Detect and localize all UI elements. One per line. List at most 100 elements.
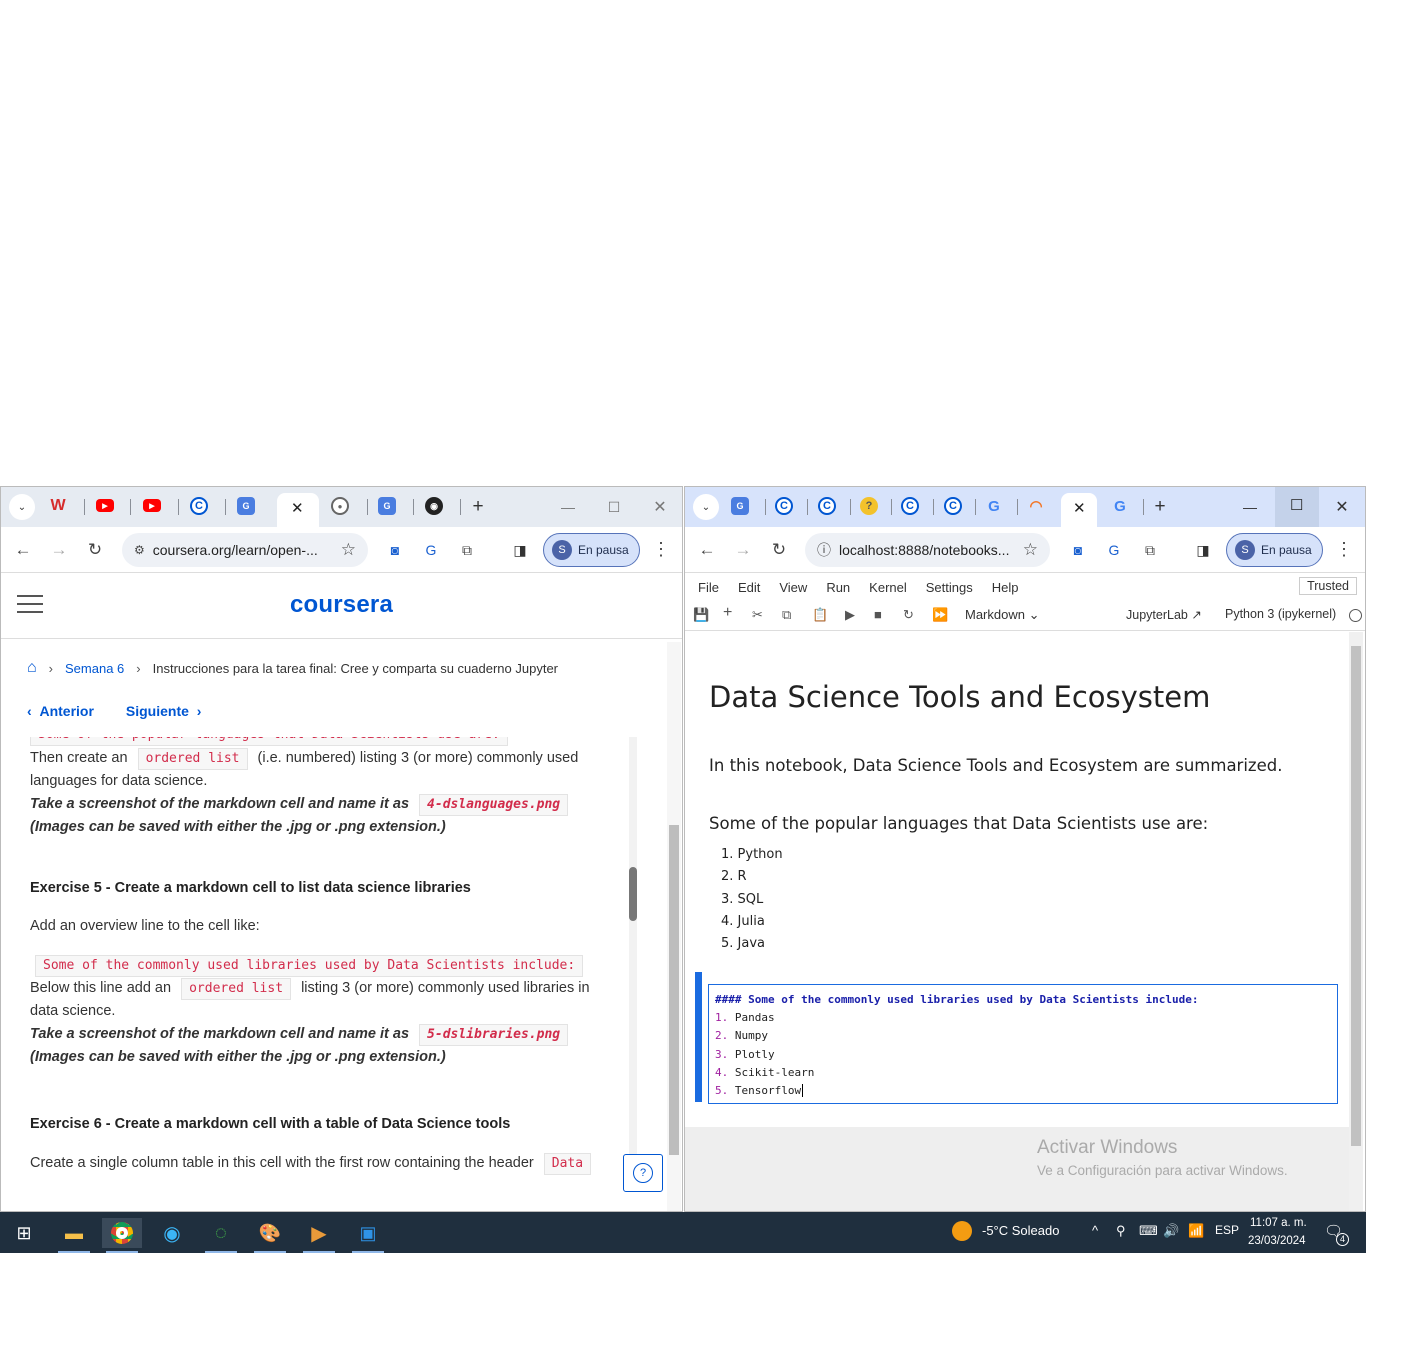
media-player-icon[interactable]: ▶ — [299, 1218, 339, 1253]
clock-time[interactable]: 11:07 a. m. — [1250, 1217, 1307, 1229]
chrome-icon[interactable] — [102, 1218, 142, 1253]
tab-search-button[interactable]: ⌄ — [693, 494, 719, 520]
tab-coursera-1[interactable]: C — [775, 497, 793, 515]
language-indicator[interactable]: ESP — [1215, 1223, 1239, 1237]
next-link[interactable]: Siguiente › — [126, 703, 201, 719]
input-method-icon[interactable]: ⌨ — [1139, 1223, 1158, 1239]
tab-globe[interactable]: ● — [331, 497, 349, 515]
restart-icon[interactable]: ↻ — [903, 607, 914, 623]
minimize-button[interactable]: — — [1237, 495, 1263, 519]
forward-button[interactable]: → — [47, 538, 71, 562]
menu-kernel[interactable]: Kernel — [869, 580, 907, 595]
photos-icon[interactable]: ▣ — [348, 1218, 388, 1253]
reload-button[interactable]: ↻ — [83, 538, 107, 562]
menu-run[interactable]: Run — [826, 580, 850, 595]
tab-youtube-1[interactable]: ▶ — [96, 499, 114, 512]
back-button[interactable]: ← — [11, 538, 35, 562]
tab-github[interactable]: ◉ — [425, 497, 443, 515]
weather-text[interactable]: -5°C Soleado — [982, 1223, 1059, 1238]
sync-app-icon[interactable]: ◌ — [201, 1218, 241, 1253]
run-all-icon[interactable]: ⏩ — [932, 607, 948, 623]
bookmark-star-icon[interactable]: ☆ — [341, 540, 356, 560]
new-tab-button[interactable]: + — [465, 495, 491, 519]
back-button[interactable]: ← — [695, 538, 719, 562]
markdown-cell-editor[interactable]: #### Some of the commonly used libraries… — [708, 984, 1338, 1104]
side-panel-icon[interactable]: ◨ — [1192, 539, 1214, 561]
tab-coursera-2[interactable]: C — [818, 497, 836, 515]
wifi-icon[interactable]: 📶 — [1188, 1223, 1204, 1239]
menu-settings[interactable]: Settings — [926, 580, 973, 595]
maximize-button[interactable]: ☐ — [1275, 487, 1319, 527]
menu-icon[interactable]: ⋮ — [651, 539, 671, 560]
coursera-logo[interactable]: coursera — [1, 591, 682, 619]
tab-translate[interactable]: G — [731, 497, 749, 515]
screencast-extension-icon[interactable]: ◙ — [384, 539, 406, 561]
maximize-button[interactable]: ☐ — [601, 495, 627, 519]
info-icon[interactable]: ⓘ — [817, 540, 831, 560]
menu-file[interactable]: File — [698, 580, 719, 595]
tab-translate-2[interactable]: G — [378, 497, 396, 515]
tab-coursera[interactable]: C — [190, 497, 208, 515]
tab-coursera-4[interactable]: C — [944, 497, 962, 515]
profile-button[interactable]: S En pausa — [1226, 533, 1323, 567]
minimize-button[interactable]: — — [555, 495, 581, 519]
prev-link[interactable]: ‹ Anterior — [27, 703, 94, 719]
menu-help[interactable]: Help — [992, 580, 1019, 595]
tab-translate-1[interactable]: G — [237, 497, 255, 515]
edge-icon[interactable]: ◉ — [152, 1218, 192, 1248]
extensions-icon[interactable]: ⧉ — [1139, 539, 1161, 561]
screencast-extension-icon[interactable]: ◙ — [1067, 539, 1089, 561]
site-info-icon[interactable]: ⚙ — [134, 543, 145, 557]
cut-icon[interactable]: ✂ — [752, 607, 763, 623]
menu-edit[interactable]: Edit — [738, 580, 760, 595]
page-scrollbar[interactable] — [667, 642, 681, 1211]
tab-google-2[interactable]: G — [1111, 497, 1129, 515]
tab-youtube-2[interactable]: ▶ — [143, 499, 161, 512]
trusted-badge[interactable]: Trusted — [1299, 577, 1357, 595]
tab-google-1[interactable]: G — [985, 497, 1003, 515]
tab-search-button[interactable]: ⌄ — [9, 494, 35, 520]
close-icon[interactable]: ✕ — [1073, 499, 1086, 517]
file-explorer-icon[interactable]: ▬ — [54, 1218, 94, 1253]
weather-icon[interactable] — [952, 1221, 972, 1241]
kernel-name[interactable]: Python 3 (ipykernel) — [1225, 607, 1336, 621]
side-panel-icon[interactable]: ◨ — [509, 539, 531, 561]
tab-jupyter-loading[interactable]: ◠ — [1027, 497, 1045, 515]
address-bar[interactable]: ⚙ coursera.org/learn/open-... ☆ — [122, 533, 368, 567]
cell-type-select[interactable]: Markdown ⌄ — [965, 607, 1039, 623]
copy-icon[interactable]: ⧉ — [782, 607, 791, 623]
clock-date[interactable]: 23/03/2024 — [1248, 1235, 1306, 1247]
close-icon[interactable]: ✕ — [291, 499, 304, 517]
forward-button[interactable]: → — [731, 538, 755, 562]
stop-icon[interactable]: ■ — [874, 607, 882, 622]
address-bar[interactable]: ⓘ localhost:8888/notebooks... ☆ — [805, 533, 1050, 567]
content-scrollbar[interactable] — [629, 737, 637, 1167]
volume-icon[interactable]: 🔊 — [1163, 1223, 1179, 1239]
extensions-icon[interactable]: ⧉ — [456, 539, 478, 561]
windows-start-icon[interactable]: ⊞ — [4, 1218, 44, 1248]
save-icon[interactable]: 💾 — [693, 607, 709, 623]
add-cell-icon[interactable]: + — [723, 604, 732, 622]
tray-chevron-icon[interactable]: ^ — [1092, 1223, 1098, 1238]
tab-wordreference[interactable]: W — [49, 497, 67, 515]
breadcrumb-week[interactable]: Semana 6 — [65, 661, 124, 676]
help-button[interactable]: ? — [623, 1154, 663, 1192]
menu-icon[interactable]: ⋮ — [1334, 539, 1354, 560]
paint-icon[interactable]: 🎨 — [250, 1218, 290, 1253]
translate-extension-icon[interactable]: G — [1103, 539, 1125, 561]
bookmark-star-icon[interactable]: ☆ — [1023, 540, 1038, 560]
reload-button[interactable]: ↻ — [767, 538, 791, 562]
translate-extension-icon[interactable]: G — [420, 539, 442, 561]
jupyterlab-link[interactable]: JupyterLab ↗ — [1126, 607, 1202, 622]
tab-idea[interactable]: ? — [860, 497, 878, 515]
menu-view[interactable]: View — [779, 580, 807, 595]
meet-icon[interactable]: ⚲ — [1116, 1223, 1126, 1239]
close-window-button[interactable]: ✕ — [1329, 495, 1355, 519]
paste-icon[interactable]: 📋 — [812, 607, 828, 623]
close-window-button[interactable]: ✕ — [647, 495, 673, 519]
tab-active[interactable]: ✕ — [1061, 493, 1097, 527]
profile-button[interactable]: S En pausa — [543, 533, 640, 567]
tab-coursera-3[interactable]: C — [901, 497, 919, 515]
run-icon[interactable]: ▶ — [845, 607, 855, 623]
tab-active[interactable]: ✕ — [277, 493, 319, 527]
